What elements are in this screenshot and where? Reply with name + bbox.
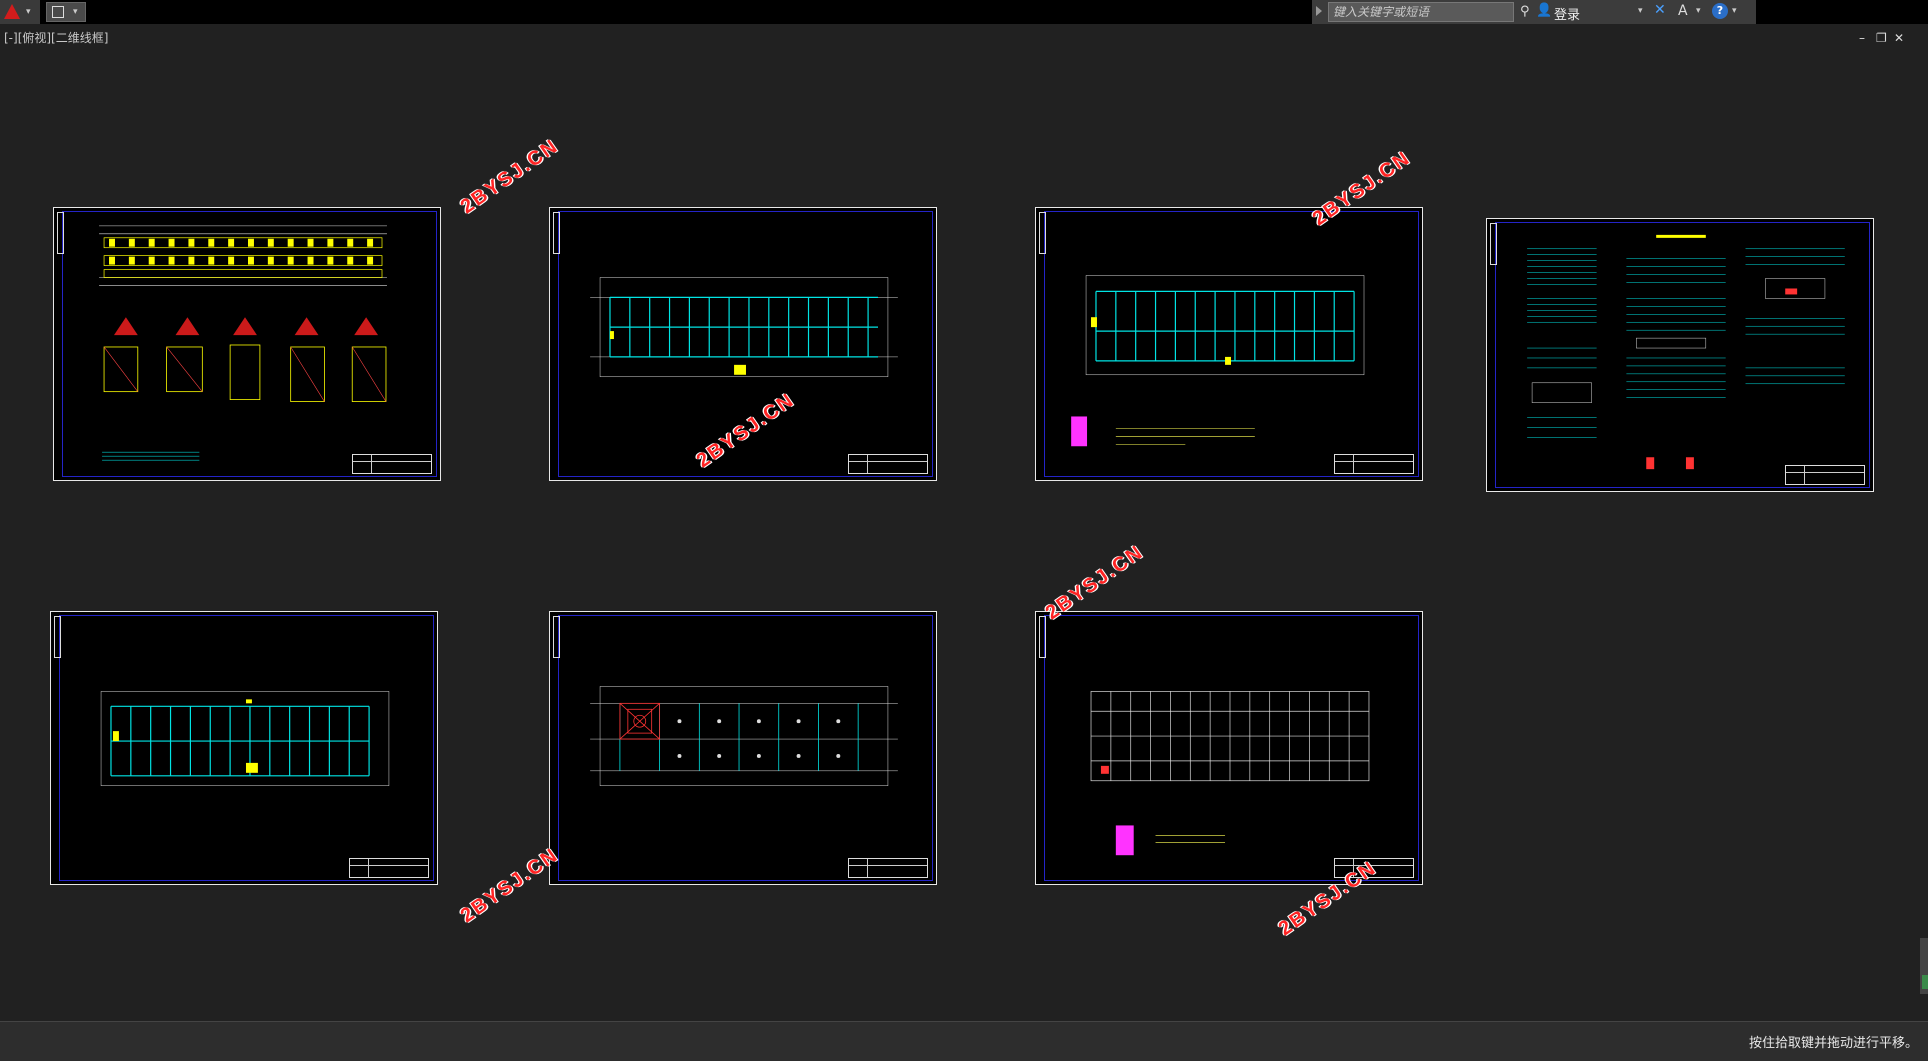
user-icon[interactable]: 👤 <box>1536 3 1552 18</box>
chevron-down-icon[interactable]: ▾ <box>1638 6 1643 16</box>
title-block <box>848 454 928 474</box>
chevron-down-icon: ▾ <box>26 7 31 17</box>
login-button[interactable]: 登录 <box>1554 4 1580 23</box>
title-block <box>848 858 928 878</box>
title-block <box>349 858 429 878</box>
title-block <box>352 454 432 474</box>
expand-arrow-icon[interactable] <box>1316 6 1322 16</box>
title-bar: ▾ ▾ ⚲ 👤 登录 ▾ ✕ A ▾ ? ▾ <box>0 0 1928 24</box>
title-block <box>1334 454 1414 474</box>
watermark-text: 2BYSJ.CN <box>456 134 563 219</box>
search-input[interactable] <box>1328 2 1514 22</box>
design-notes-drawing <box>1527 234 1845 470</box>
drawing-sheet-floor-plan-3[interactable] <box>50 611 438 885</box>
help-icon[interactable]: ? <box>1712 3 1728 19</box>
drawing-sheet-roof-plan[interactable] <box>1035 611 1423 885</box>
viewport-controls-label[interactable]: [-][俯视][二维线框] <box>4 29 108 46</box>
status-bar: 按住拾取键并拖动进行平移。 <box>0 1021 1928 1061</box>
document-icon <box>52 6 64 18</box>
exchange-icon[interactable]: ✕ <box>1654 2 1670 20</box>
binoculars-icon[interactable]: ⚲ <box>1520 4 1530 19</box>
drawing-sheet-foundation[interactable] <box>53 207 441 481</box>
infocenter-toolbar: ⚲ 👤 登录 ▾ ✕ A ▾ ? ▾ <box>1312 0 1756 24</box>
scrollbar-thumb[interactable] <box>1922 975 1928 989</box>
application-menu-button[interactable]: ▾ <box>0 0 40 24</box>
title-block <box>1785 465 1865 485</box>
close-icon[interactable]: ✕ <box>1894 31 1904 45</box>
drawing-sheet-slab-plan[interactable] <box>549 611 937 885</box>
drawing-sheet-floor-plan-2[interactable] <box>1035 207 1423 481</box>
status-message: 按住拾取键并拖动进行平移。 <box>1748 1036 1918 1051</box>
chevron-down-icon[interactable]: ▾ <box>1696 6 1701 16</box>
floor-plan-3-drawing <box>100 691 390 786</box>
foundation-plan-drawing <box>99 225 387 461</box>
autocad-logo-icon <box>4 4 20 19</box>
autodesk-icon[interactable]: A <box>1678 3 1688 19</box>
drawing-sheet-design-notes[interactable] <box>1486 218 1874 492</box>
slab-plan-drawing <box>590 686 898 786</box>
minimize-icon[interactable]: – <box>1859 31 1865 45</box>
chevron-down-icon[interactable]: ▾ <box>1732 6 1737 16</box>
chevron-down-icon: ▾ <box>73 7 78 17</box>
quick-access-toolbar-button[interactable]: ▾ <box>46 2 86 22</box>
watermark-text: 2BYSJ.CN <box>456 843 563 928</box>
floor-plan-2-drawing <box>1071 275 1365 447</box>
restore-icon[interactable]: ❐ <box>1876 31 1887 45</box>
roof-plan-drawing <box>1090 691 1370 856</box>
